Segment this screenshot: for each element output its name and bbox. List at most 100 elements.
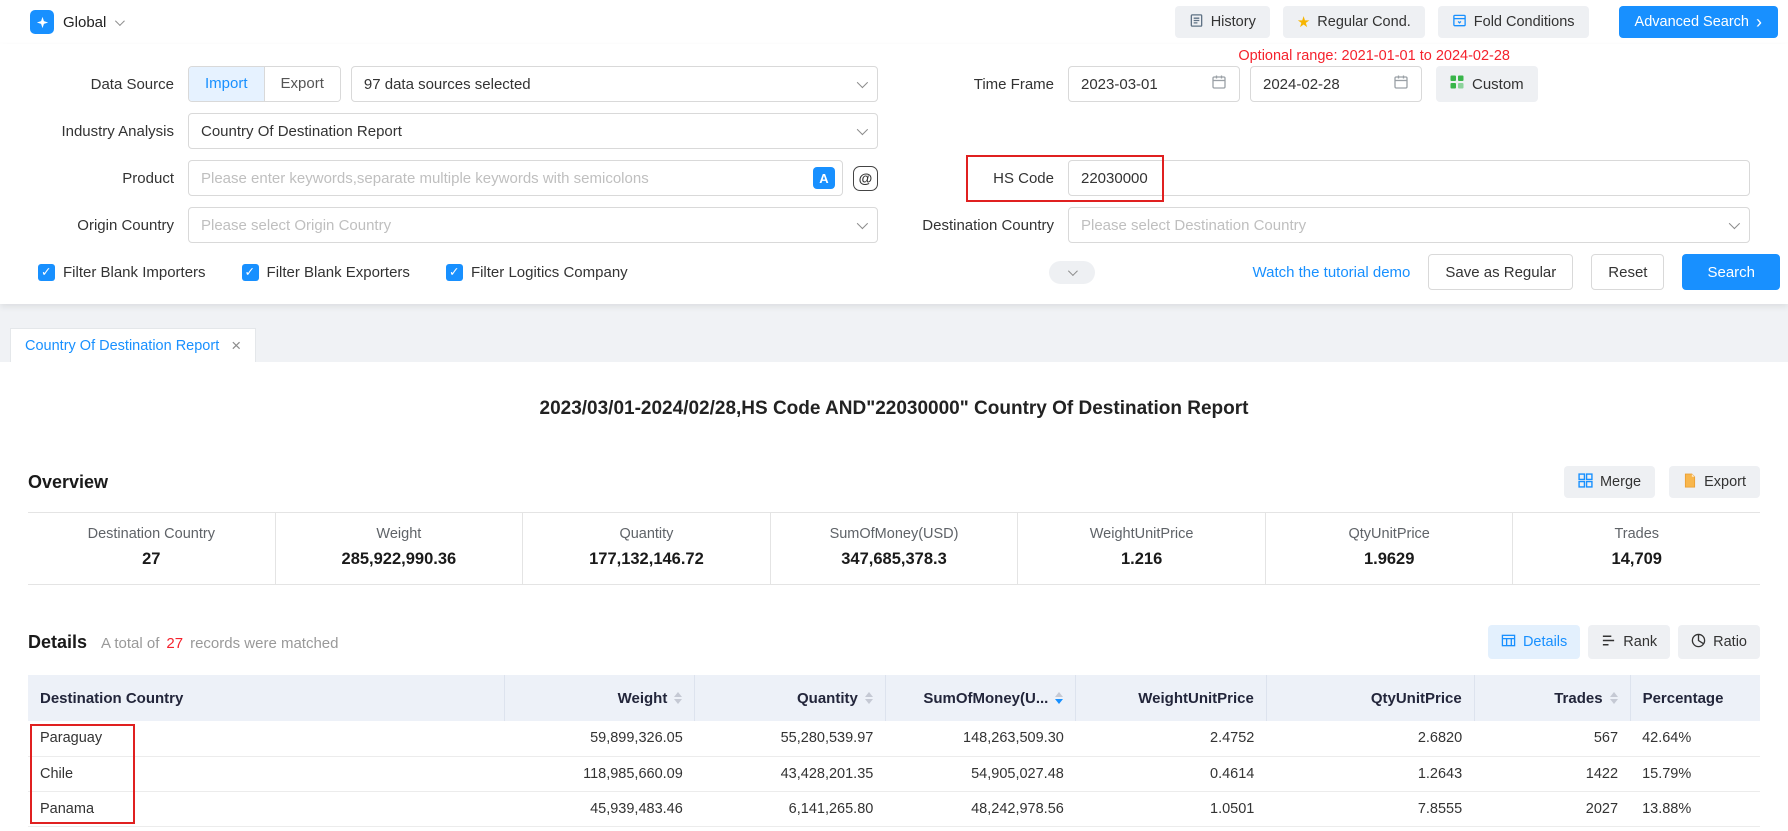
export-toggle[interactable]: Export — [264, 67, 340, 101]
hs-code-label: HS Code — [878, 170, 1068, 187]
filter-blank-exporters-checkbox[interactable] — [242, 264, 259, 281]
custom-label: Custom — [1472, 76, 1524, 93]
product-keywords-input[interactable] — [188, 160, 843, 196]
tutorial-link[interactable]: Watch the tutorial demo — [1253, 264, 1411, 281]
cell-sum-of-money: 54,905,027.48 — [885, 756, 1076, 791]
form-row-data-source: Data Source Import Export 97 data source… — [38, 66, 1750, 102]
custom-range-button[interactable]: Custom — [1436, 66, 1538, 102]
workspace-label[interactable]: Global — [63, 14, 106, 31]
end-date-input[interactable]: 2024-02-28 — [1250, 66, 1422, 102]
cell-country: Chile — [28, 756, 504, 791]
cell-weight-unit-price: 2.4752 — [1076, 721, 1267, 756]
cell-weight-unit-price: 1.0501 — [1076, 791, 1267, 826]
cell-percentage: 13.88% — [1630, 791, 1760, 826]
col-qty-unit-price: QtyUnitPrice — [1266, 675, 1474, 721]
calendar-icon — [1211, 74, 1227, 94]
origin-country-select[interactable]: Please select Origin Country — [188, 207, 878, 243]
page: Global History Regular Cond. Fold Condit… — [0, 0, 1788, 831]
details-table: Destination Country Weight Quantity SumO… — [28, 675, 1760, 827]
destination-country-placeholder: Please select Destination Country — [1081, 217, 1306, 234]
rank-bars-icon — [1601, 633, 1616, 652]
filter-logistics-company: Filter Logitics Company — [446, 264, 628, 281]
industry-analysis-value: Country Of Destination Report — [201, 123, 402, 140]
details-heading: Details — [28, 632, 87, 653]
merge-icon — [1578, 473, 1593, 492]
data-source-label: Data Source — [38, 76, 188, 93]
destination-country-select[interactable]: Please select Destination Country — [1068, 207, 1750, 243]
form-row-industry: Industry Analysis Country Of Destination… — [38, 113, 1750, 149]
advanced-search-label: Advanced Search — [1635, 14, 1749, 30]
sort-icon[interactable] — [865, 692, 873, 705]
cell-trades: 567 — [1474, 721, 1630, 756]
data-source-selected-text: 97 data sources selected — [364, 76, 531, 93]
filter-blank-importers-checkbox[interactable] — [38, 264, 55, 281]
custom-grid-icon — [1450, 75, 1464, 93]
col-sum-of-money[interactable]: SumOfMoney(U... — [885, 675, 1076, 721]
form-actions: Watch the tutorial demo Save as Regular … — [1253, 254, 1780, 290]
chevron-down-icon — [857, 124, 868, 135]
cell-qty-unit-price: 2.6820 — [1266, 721, 1474, 756]
app-logo-icon — [30, 10, 54, 34]
cell-weight: 59,899,326.05 — [504, 721, 695, 756]
hs-code-input[interactable] — [1068, 160, 1750, 196]
sort-icon[interactable] — [1610, 692, 1618, 705]
cell-weight-unit-price: 0.4614 — [1076, 756, 1267, 791]
stat-trades: Trades 14,709 — [1513, 513, 1760, 584]
close-icon[interactable] — [231, 337, 241, 354]
table-row: Paraguay 59,899,326.05 55,280,539.97 148… — [28, 721, 1760, 756]
merge-label: Merge — [1600, 474, 1641, 490]
col-quantity[interactable]: Quantity — [695, 675, 886, 721]
cell-trades: 2027 — [1474, 791, 1630, 826]
cell-quantity: 43,428,201.35 — [695, 756, 886, 791]
advanced-search-button[interactable]: Advanced Search — [1619, 6, 1778, 38]
industry-analysis-select[interactable]: Country Of Destination Report — [188, 113, 878, 149]
match-summary: A total of27records were matched — [101, 635, 338, 652]
data-source-select[interactable]: 97 data sources selected — [351, 66, 878, 102]
table-row: Chile 118,985,660.09 43,428,201.35 54,90… — [28, 756, 1760, 791]
cell-sum-of-money: 148,263,509.30 — [885, 721, 1076, 756]
star-icon — [1297, 13, 1310, 31]
overview-heading: Overview — [28, 472, 108, 493]
workspace-switcher[interactable]: Global — [30, 10, 122, 34]
regular-cond-button[interactable]: Regular Cond. — [1283, 6, 1425, 38]
fold-conditions-button[interactable]: Fold Conditions — [1438, 6, 1589, 38]
end-date-value: 2024-02-28 — [1263, 76, 1340, 93]
view-details-button[interactable]: Details — [1488, 625, 1580, 659]
filter-logistics-company-label: Filter Logitics Company — [471, 264, 628, 281]
origin-country-label: Origin Country — [38, 217, 188, 234]
sort-icon[interactable] — [674, 692, 682, 705]
history-button[interactable]: History — [1175, 6, 1270, 38]
search-button[interactable]: Search — [1682, 254, 1780, 290]
tab-country-of-destination-report[interactable]: Country Of Destination Report — [10, 328, 256, 362]
cell-trades: 1422 — [1474, 756, 1630, 791]
start-date-input[interactable]: 2023-03-01 — [1068, 66, 1240, 102]
sort-icon-active-desc[interactable] — [1055, 692, 1063, 705]
search-form: Optional range: 2021-01-01 to 2024-02-28… — [0, 44, 1788, 304]
translate-icon[interactable] — [813, 167, 835, 189]
stat-weight: Weight 285,922,990.36 — [276, 513, 524, 584]
import-toggle[interactable]: Import — [189, 67, 264, 101]
save-as-regular-button[interactable]: Save as Regular — [1428, 254, 1573, 290]
merge-button[interactable]: Merge — [1564, 466, 1655, 498]
table-header-row: Destination Country Weight Quantity SumO… — [28, 675, 1760, 721]
filter-blank-exporters-label: Filter Blank Exporters — [267, 264, 410, 281]
stat-destination-country: Destination Country 27 — [28, 513, 276, 584]
report-title: 2023/03/01-2024/02/28,HS Code AND"220300… — [28, 398, 1760, 420]
view-ratio-button[interactable]: Ratio — [1678, 625, 1760, 659]
cell-sum-of-money: 48,242,978.56 — [885, 791, 1076, 826]
form-row-countries: Origin Country Please select Origin Coun… — [38, 207, 1750, 243]
filter-logistics-company-checkbox[interactable] — [446, 264, 463, 281]
view-rank-button[interactable]: Rank — [1588, 625, 1670, 659]
stat-weight-unit-price: WeightUnitPrice 1.216 — [1018, 513, 1266, 584]
reset-button[interactable]: Reset — [1591, 254, 1664, 290]
at-circle-icon[interactable] — [853, 166, 878, 191]
col-trades[interactable]: Trades — [1474, 675, 1630, 721]
export-button[interactable]: Export — [1669, 466, 1760, 498]
collapse-form-button[interactable] — [1049, 261, 1095, 284]
col-weight[interactable]: Weight — [504, 675, 695, 721]
calendar-icon — [1393, 74, 1409, 94]
filter-blank-exporters: Filter Blank Exporters — [242, 264, 410, 281]
cell-percentage: 15.79% — [1630, 756, 1760, 791]
destination-country-label: Destination Country — [878, 217, 1068, 234]
chevron-down-icon[interactable] — [115, 16, 125, 26]
